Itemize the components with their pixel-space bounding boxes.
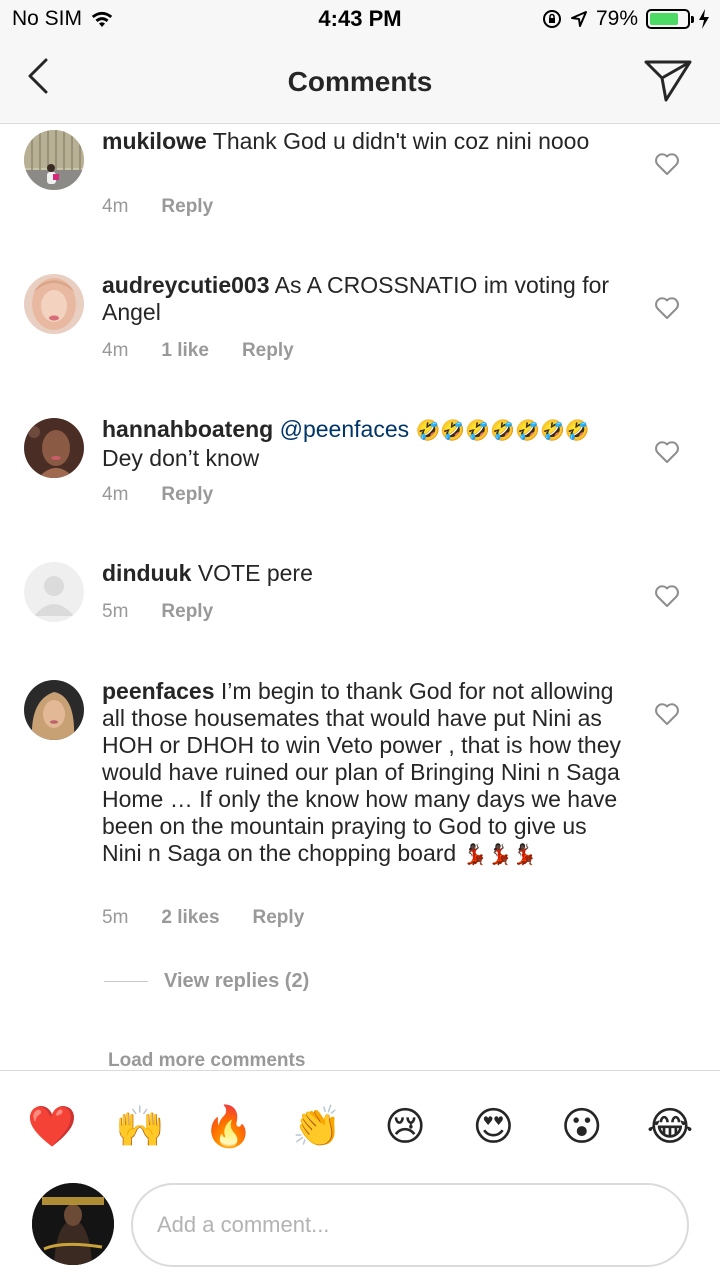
comment-username[interactable]: mukilowe [102,128,207,154]
emoji-button[interactable]: 😍 [467,1101,519,1153]
emoji-button[interactable]: 👏 [291,1101,343,1153]
avatar[interactable] [24,418,84,478]
heart-icon[interactable] [654,152,680,176]
emoji-button[interactable]: ❤️ [26,1101,78,1153]
comment-meta: 4m Reply [102,484,213,506]
status-right: 79% [542,7,710,31]
likes-count[interactable]: 2 likes [161,907,219,929]
emoji-button[interactable]: 🔥 [203,1101,255,1153]
comment-username[interactable]: dinduuk [102,560,191,586]
comment-mention[interactable]: @peenfaces [280,416,410,442]
battery-level [650,13,679,25]
likes-count[interactable]: 1 like [161,340,209,362]
comment-time: 4m [102,340,129,361]
view-replies-button[interactable]: View replies (2) [104,970,309,993]
avatar[interactable] [24,680,84,740]
comment-body: Dey don’t know [102,445,260,471]
comment-meta: 4m 1 like Reply [102,340,294,362]
reply-button[interactable]: Reply [161,601,213,623]
orientation-lock-icon [542,10,561,28]
comment-username[interactable]: peenfaces [102,678,215,704]
avatar[interactable] [24,274,84,334]
comments-list[interactable]: mukilowe Thank God u didn't win coz nini… [0,124,720,1070]
emoji-button[interactable]: 😮 [556,1101,608,1153]
divider [104,981,148,982]
comment-time: 4m [102,196,129,217]
comment-username[interactable]: hannahboateng [102,416,273,442]
comment-meta: 5m 2 likes Reply [102,907,304,929]
battery-percent: 79% [595,7,638,30]
comment-body: VOTE pere [197,560,313,586]
location-icon [570,11,587,27]
battery-icon [646,9,694,29]
current-user-avatar [32,1183,114,1265]
heart-icon[interactable] [654,440,680,464]
avatar[interactable] [24,130,84,190]
emoji-quick-bar: ❤️ 🙌 🔥 👏 😢 😍 😮 😂 [26,1101,696,1153]
reply-button[interactable]: Reply [161,196,213,218]
comment-emoji: 🤣🤣🤣🤣🤣🤣🤣 [415,420,590,442]
comment-text: mukilowe Thank God u didn't win coz nini… [102,128,622,155]
load-more-comments-button[interactable]: Load more comments [108,1050,305,1070]
emoji-button[interactable]: 😂 [644,1101,696,1153]
comment-composer: ❤️ 🙌 🔥 👏 😢 😍 😮 😂 [0,1070,720,1280]
comment-text: audreycutie003 As A CROSSNATIO im voting… [102,272,622,326]
comment-emoji: 💃🏿💃🏿💃🏿 [462,844,538,866]
comment-meta: 4m Reply [102,196,213,218]
comment-time: 5m [102,601,129,622]
emoji-button[interactable]: 🙌 [114,1101,166,1153]
view-replies-label: View replies (2) [164,970,310,992]
charging-bolt-icon [699,9,709,29]
reply-button[interactable]: Reply [161,484,213,506]
comment-body: I’m begin to thank God for not allowing … [102,678,621,866]
heart-icon[interactable] [654,584,680,608]
reply-button[interactable]: Reply [242,340,294,362]
comment-text: peenfaces I’m begin to thank God for not… [102,678,622,869]
reply-button[interactable]: Reply [253,907,305,929]
comment-text: hannahboateng @peenfaces 🤣🤣🤣🤣🤣🤣🤣 Dey don’… [102,416,622,472]
comment-username[interactable]: audreycutie003 [102,272,269,298]
paper-plane-icon[interactable] [642,54,694,106]
status-bar: No SIM 4:43 PM 79% [0,0,720,40]
heart-icon[interactable] [654,296,680,320]
avatar[interactable] [24,562,84,622]
heart-icon[interactable] [654,702,680,726]
comment-body: Thank God u didn't win coz nini nooo [212,128,590,154]
comment-time: 5m [102,907,129,928]
comment-time: 4m [102,484,129,505]
comment-text: dinduuk VOTE pere [102,560,622,587]
comment-meta: 5m Reply [102,601,213,623]
page-title: Comments [287,66,433,97]
emoji-button[interactable]: 😢 [379,1101,431,1153]
header: Comments [0,40,720,124]
comment-input[interactable] [131,1183,689,1267]
